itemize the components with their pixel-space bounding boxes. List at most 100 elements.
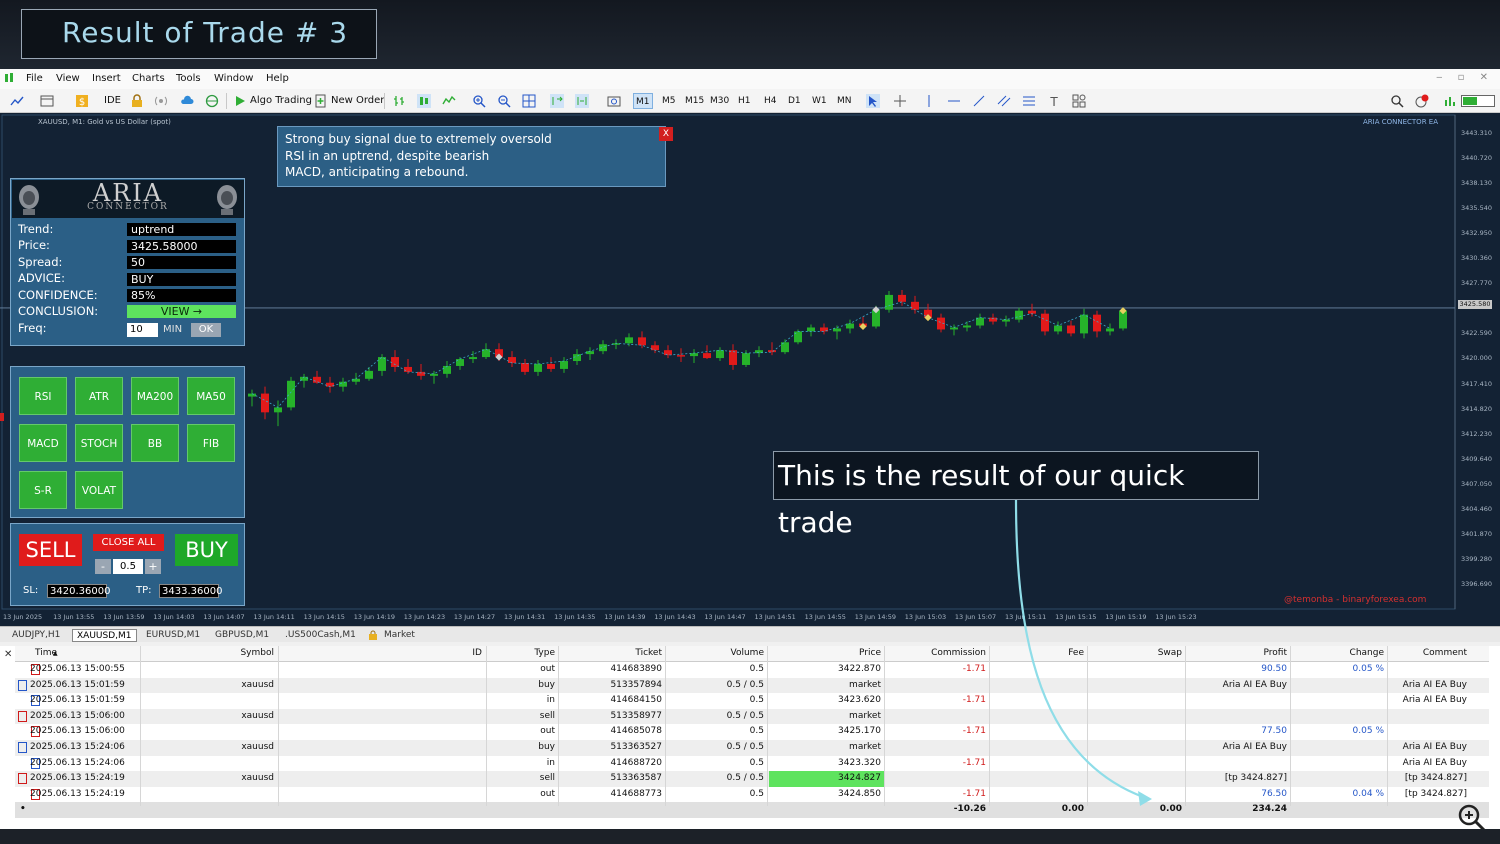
table-row[interactable]: 2025.06.13 15:01:59 xauusd buy 513357894 0.5… <box>15 677 1489 694</box>
tab-eurusd-m1[interactable]: EURUSD,M1 <box>146 629 200 642</box>
column-header-symbol[interactable]: Symbol <box>142 646 277 662</box>
macd-button[interactable]: MACD <box>19 424 67 462</box>
text-tool-icon[interactable]: T <box>1047 94 1061 108</box>
ide-button[interactable]: IDE <box>104 93 121 109</box>
zoom-out-icon[interactable] <box>497 94 511 108</box>
templates-icon[interactable] <box>40 94 54 108</box>
search-icon[interactable] <box>1390 94 1404 108</box>
table-row[interactable]: 2025.06.13 15:24:19 out 414688773 0.5 3424.8… <box>15 787 1489 803</box>
lock-icon[interactable] <box>130 94 144 108</box>
menu-window[interactable]: Window <box>214 73 253 84</box>
column-header-profit[interactable]: Profit <box>1187 646 1290 662</box>
column-header-comment[interactable]: Comment <box>1389 646 1470 662</box>
bar-chart-icon[interactable] <box>392 94 406 108</box>
vertical-line-icon[interactable] <box>922 94 936 108</box>
menu-insert[interactable]: Insert <box>92 73 121 84</box>
rsi-button[interactable]: RSI <box>19 377 67 415</box>
table-row[interactable]: 2025.06.13 15:06:00 out 414685078 0.5 3425.1… <box>15 724 1489 740</box>
tab-us500cash-m1[interactable]: .US500Cash,M1 <box>285 629 356 642</box>
lot-decrease-button[interactable]: - <box>95 559 111 574</box>
column-header-swap[interactable]: Swap <box>1089 646 1185 662</box>
cloud-icon[interactable] <box>180 94 194 108</box>
algo-trading-button[interactable]: Algo Trading <box>250 93 312 109</box>
cursor-icon[interactable] <box>866 94 880 108</box>
conclusion-view-button[interactable]: VIEW → <box>127 305 236 318</box>
tab-market[interactable]: Market <box>384 629 415 642</box>
chart-shift-icon[interactable] <box>575 94 589 108</box>
tile-windows-icon[interactable] <box>522 94 536 108</box>
lot-increase-button[interactable]: + <box>145 559 161 574</box>
menu-file[interactable]: File <box>26 73 43 84</box>
line-chart-icon[interactable] <box>442 94 456 108</box>
timeframe-m1[interactable]: M1 <box>633 93 653 109</box>
price-chart[interactable]: XAUUSD, M1: Gold vs US Dollar (spot) ARI… <box>0 113 1500 626</box>
channel-icon[interactable] <box>997 94 1011 108</box>
buy-button[interactable]: BUY <box>175 534 238 566</box>
fib-button[interactable]: FIB <box>187 424 235 462</box>
vps-globe-icon[interactable] <box>205 94 219 108</box>
menu-view[interactable]: View <box>56 73 80 84</box>
menu-tools[interactable]: Tools <box>176 73 201 84</box>
tp-input[interactable]: 3433.36000 <box>159 584 222 598</box>
table-row[interactable]: 2025.06.13 15:00:55 out 414683890 0.5 3422.8… <box>15 662 1489 678</box>
shapes-icon[interactable] <box>1072 94 1086 108</box>
sl-input[interactable]: 3420.36000 <box>47 584 110 598</box>
column-header-change[interactable]: Change <box>1292 646 1387 662</box>
timeframe-m5[interactable]: M5 <box>660 93 678 109</box>
table-row[interactable]: 2025.06.13 15:24:06 in 414688720 0.5 3423.32… <box>15 756 1489 772</box>
chart-type-icon[interactable] <box>10 94 24 108</box>
table-row[interactable]: 2025.06.13 15:24:19 xauusd sell 513363587 0.… <box>15 771 1489 787</box>
timeframe-mn[interactable]: MN <box>835 93 854 109</box>
volatility-button[interactable]: VOLAT <box>75 471 123 509</box>
horizontal-line-icon[interactable] <box>947 94 961 108</box>
column-header-time[interactable]: Time <box>30 646 140 662</box>
tab-audjpy-h1[interactable]: AUDJPY,H1 <box>12 629 60 642</box>
column-header-fee[interactable]: Fee <box>991 646 1087 662</box>
tab-xauusd-m1[interactable]: XAUUSD,M1 <box>72 629 137 642</box>
timeframe-h1[interactable]: H1 <box>736 93 753 109</box>
ma200-button[interactable]: MA200 <box>131 377 179 415</box>
column-header-type[interactable]: Type <box>488 646 558 662</box>
table-row[interactable]: 2025.06.13 15:01:59 in 414684150 0.5 3423.62… <box>15 693 1489 709</box>
sell-button[interactable]: SELL <box>19 534 82 566</box>
signal-icon[interactable] <box>154 94 168 108</box>
column-header-id[interactable]: ID <box>280 646 485 662</box>
atr-button[interactable]: ATR <box>75 377 123 415</box>
menu-charts[interactable]: Charts <box>132 73 165 84</box>
fibonacci-icon[interactable] <box>1022 94 1036 108</box>
cell-symbol <box>142 724 277 740</box>
column-header-volume[interactable]: Volume <box>667 646 767 662</box>
stoch-button[interactable]: STOCH <box>75 424 123 462</box>
notifications-icon[interactable] <box>1415 94 1429 108</box>
column-header-price[interactable]: Price <box>769 646 884 662</box>
timeframe-m30[interactable]: M30 <box>708 93 731 109</box>
timeframe-d1[interactable]: D1 <box>786 93 803 109</box>
timeframe-w1[interactable]: W1 <box>810 93 829 109</box>
lot-size-input[interactable]: 0.5 <box>113 559 143 574</box>
timeframe-h4[interactable]: H4 <box>762 93 779 109</box>
timeframe-m15[interactable]: M15 <box>683 93 706 109</box>
table-row[interactable]: 2025.06.13 15:24:06 xauusd buy 513363527 0.5… <box>15 740 1489 756</box>
close-icon[interactable]: ✕ <box>4 649 12 660</box>
zoom-in-icon[interactable] <box>472 94 486 108</box>
ma50-button[interactable]: MA50 <box>187 377 235 415</box>
column-header-ticket[interactable]: Ticket <box>560 646 665 662</box>
market-watch-icon[interactable]: $ <box>75 94 89 108</box>
menu-help[interactable]: Help <box>266 73 289 84</box>
freq-input[interactable]: 10 <box>127 323 158 337</box>
freq-ok-button[interactable]: OK <box>191 323 221 337</box>
crosshair-icon[interactable] <box>893 94 907 108</box>
table-row[interactable]: 2025.06.13 15:06:00 xauusd sell 513358977 0.… <box>15 708 1489 725</box>
signal-close-button[interactable]: X <box>659 127 673 141</box>
tab-gbpusd-m1[interactable]: GBPUSD,M1 <box>215 629 269 642</box>
new-order-button[interactable]: New Order <box>331 93 384 109</box>
close-all-button[interactable]: CLOSE ALL <box>93 534 164 551</box>
autoscroll-icon[interactable] <box>550 94 564 108</box>
support-resistance-button[interactable]: S-R <box>19 471 67 509</box>
window-controls[interactable]: ‒ ▫ ✕ <box>1436 72 1494 83</box>
column-header-commission[interactable]: Commission <box>886 646 989 662</box>
screenshot-icon[interactable] <box>607 94 621 108</box>
bb-button[interactable]: BB <box>131 424 179 462</box>
trendline-icon[interactable] <box>972 94 986 108</box>
candlestick-chart-icon[interactable] <box>417 94 431 108</box>
